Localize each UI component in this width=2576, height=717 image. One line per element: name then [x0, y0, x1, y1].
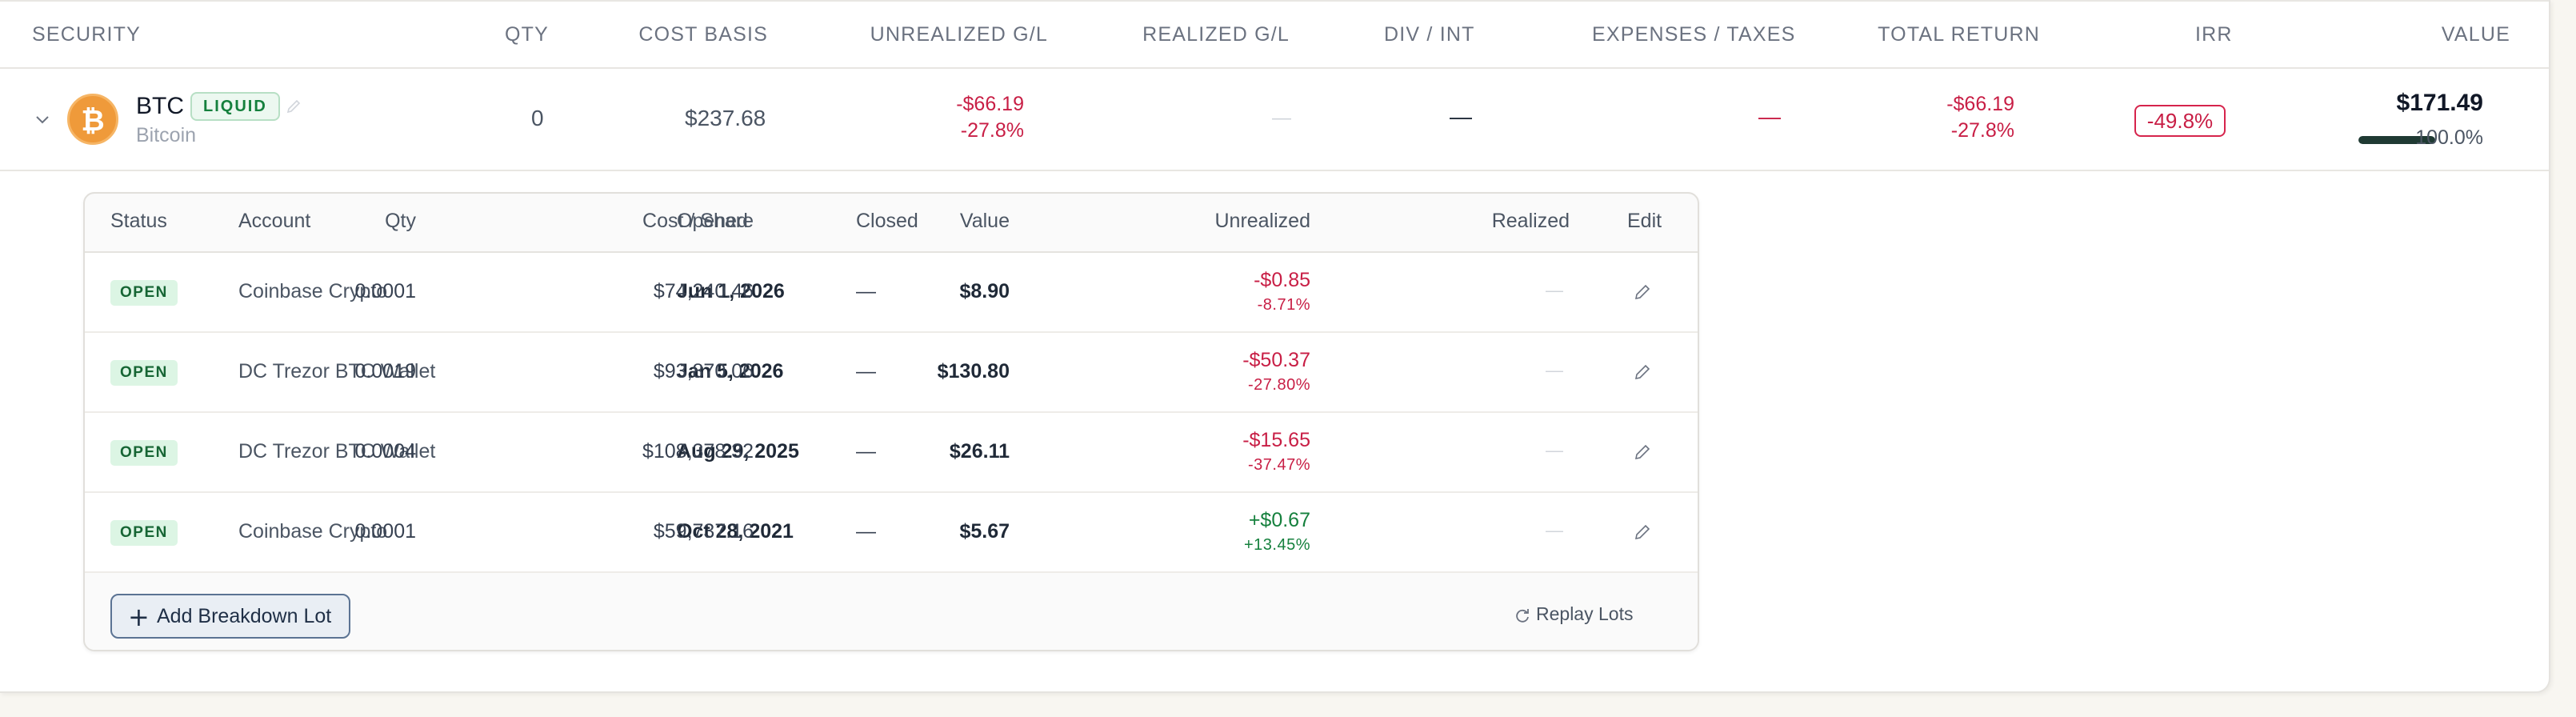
lot-value: $5.67: [959, 520, 1010, 543]
lot-value: $8.90: [959, 280, 1010, 302]
lot-value: $26.11: [949, 440, 1010, 463]
refresh-icon[interactable]: [1514, 607, 1531, 624]
lot-qty: 0.0001: [354, 520, 416, 543]
lots-footer: + Add Breakdown Lot Replay Lots: [85, 575, 1698, 650]
security-total-return-pct: -27.8%: [1950, 119, 2014, 142]
lot-qty: 0.0004: [354, 440, 416, 463]
security-qty: 0: [531, 106, 544, 130]
plus-icon: +: [128, 602, 150, 632]
lot-closed: —: [856, 280, 876, 302]
edit-pencil-icon[interactable]: [285, 98, 302, 115]
lots-col-value[interactable]: Value: [960, 210, 1010, 233]
open-badge: OPEN: [110, 280, 178, 306]
lot-unrealized-pct: -37.47%: [1248, 456, 1310, 474]
security-ticker: BTC: [136, 93, 184, 119]
lot-cost-share: $74,240.46: [653, 280, 754, 302]
col-security[interactable]: SECURITY: [32, 23, 141, 46]
lot-row[interactable]: OPEN DC Trezor BTC Wallet Aug 29, 2025 —…: [85, 413, 1698, 493]
open-badge: OPEN: [110, 520, 178, 546]
lot-unrealized-pct: -27.80%: [1248, 376, 1310, 394]
lots-col-account[interactable]: Account: [238, 210, 310, 233]
lot-unrealized-pct: +13.45%: [1243, 536, 1310, 554]
replay-lots-button[interactable]: Replay Lots: [1536, 603, 1633, 625]
lot-closed: —: [856, 360, 876, 383]
lot-cost-share: $93,870.06: [653, 360, 754, 383]
lot-realized: —: [1546, 520, 1563, 540]
lot-unrealized: +$0.67: [1248, 509, 1310, 531]
lot-closed: —: [856, 520, 876, 543]
security-unrealized-pct: -27.8%: [960, 119, 1024, 142]
security-name: Bitcoin: [136, 124, 197, 146]
open-badge: OPEN: [110, 360, 178, 386]
lots-col-closed[interactable]: Closed: [856, 210, 918, 233]
irr-badge: -49.8%: [2134, 105, 2226, 137]
security-realized: —: [1272, 107, 1291, 129]
lots-col-qty[interactable]: Qty: [385, 210, 416, 233]
lot-cost-share: $59,737.16: [653, 520, 754, 543]
lot-qty: 0.0019: [354, 360, 416, 383]
edit-pencil-icon[interactable]: [1632, 282, 1653, 302]
col-expenses[interactable]: EXPENSES / TAXES: [1592, 23, 1795, 46]
lot-row[interactable]: OPEN DC Trezor BTC Wallet Jan 5, 2026 — …: [85, 333, 1698, 413]
liquid-badge: LIQUID: [190, 92, 280, 121]
holdings-card: SECURITY QTY COST BASIS UNREALIZED G/L R…: [0, 0, 2550, 693]
open-badge: OPEN: [110, 440, 178, 466]
lot-cost-share: $108,378.32: [642, 440, 754, 463]
lot-unrealized: -$15.65: [1242, 429, 1310, 451]
lots-panel: Status Account Opened Closed Qty Cost / …: [83, 192, 1699, 651]
lot-qty: 0.0001: [354, 280, 416, 302]
security-expenses: —: [1758, 104, 1781, 129]
col-realized[interactable]: REALIZED G/L: [1142, 23, 1290, 46]
col-value[interactable]: VALUE: [2442, 23, 2510, 46]
add-breakdown-lot-label: Add Breakdown Lot: [157, 605, 332, 627]
security-div-int: —: [1450, 104, 1472, 129]
edit-pencil-icon[interactable]: [1632, 522, 1653, 543]
col-total-return[interactable]: TOTAL RETURN: [1878, 23, 2040, 46]
col-unrealized[interactable]: UNREALIZED G/L: [870, 23, 1048, 46]
bitcoin-logo-icon: ₿: [67, 94, 118, 145]
lot-realized: —: [1546, 360, 1563, 380]
lots-header: Status Account Opened Closed Qty Cost / …: [85, 194, 1698, 253]
edit-pencil-icon[interactable]: [1632, 362, 1653, 383]
lots-col-realized[interactable]: Realized: [1492, 210, 1570, 233]
chevron-down-icon[interactable]: [34, 110, 51, 128]
lots-col-cost-share[interactable]: Cost / Share: [642, 210, 754, 233]
lot-unrealized: -$50.37: [1242, 349, 1310, 371]
col-qty[interactable]: QTY: [505, 23, 549, 46]
lot-unrealized: -$0.85: [1254, 269, 1310, 291]
lots-col-edit: Edit: [1627, 210, 1662, 232]
col-div-int[interactable]: DIV / INT: [1384, 23, 1475, 46]
lot-value: $130.80: [937, 360, 1010, 383]
lot-realized: —: [1546, 440, 1563, 460]
lots-col-status[interactable]: Status: [110, 210, 167, 233]
security-cost-basis: $237.68: [685, 106, 766, 130]
table-header: SECURITY QTY COST BASIS UNREALIZED G/L R…: [0, 0, 2549, 69]
security-total-return-amount: -$66.19: [1946, 93, 2014, 115]
edit-pencil-icon[interactable]: [1632, 442, 1653, 463]
col-cost-basis[interactable]: COST BASIS: [638, 23, 768, 46]
add-breakdown-lot-button[interactable]: + Add Breakdown Lot: [110, 594, 350, 639]
lots-col-unrealized[interactable]: Unrealized: [1214, 210, 1310, 233]
col-irr[interactable]: IRR: [2195, 23, 2233, 46]
security-value: $171.49: [2396, 90, 2483, 116]
lot-realized: —: [1546, 280, 1563, 300]
lot-unrealized-pct: -8.71%: [1257, 296, 1310, 314]
allocation-pct: 100.0%: [2415, 126, 2483, 149]
lot-row[interactable]: OPEN Coinbase Crypto Oct 28, 2021 — 0.00…: [85, 493, 1698, 573]
security-unrealized-amount: -$66.19: [956, 93, 1024, 115]
lot-closed: —: [856, 440, 876, 463]
lot-row[interactable]: OPEN Coinbase Crypto Jun 1, 2026 — 0.000…: [85, 253, 1698, 333]
